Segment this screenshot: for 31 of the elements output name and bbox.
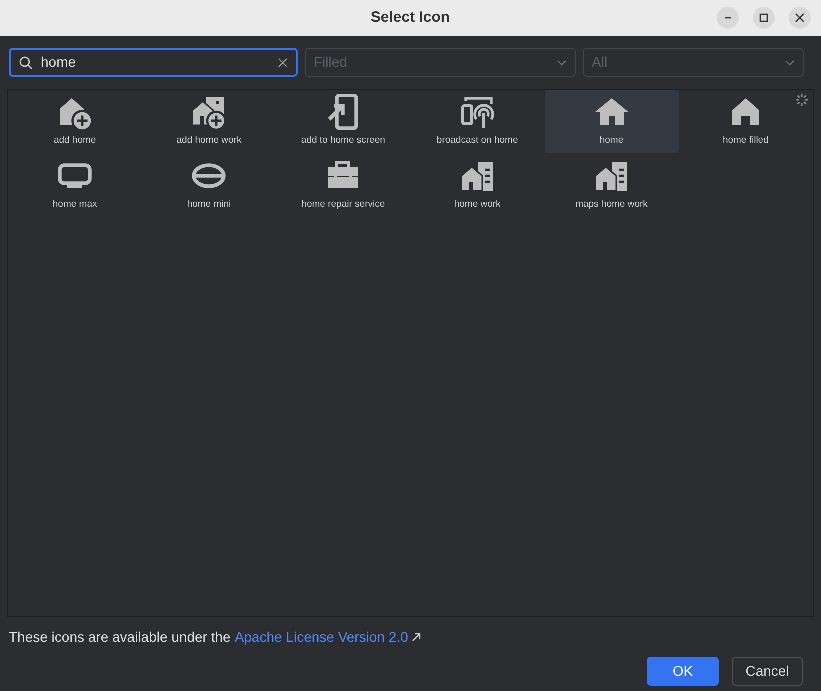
icon-tile[interactable]: home work xyxy=(410,154,545,217)
icon-tile[interactable]: home xyxy=(544,90,679,153)
ok-button[interactable]: OK xyxy=(647,657,719,686)
close-button[interactable] xyxy=(789,7,811,29)
maximize-button[interactable] xyxy=(753,7,775,29)
clear-icon[interactable] xyxy=(278,58,288,68)
chevron-down-icon xyxy=(557,60,567,66)
home-plus-icon xyxy=(191,94,228,130)
icon-tile[interactable]: maps home work xyxy=(544,154,679,217)
window-title: Select Icon xyxy=(370,8,450,28)
license-link[interactable]: Apache License Version 2.0 xyxy=(234,627,408,648)
broadcast-icon xyxy=(460,94,496,130)
search-field[interactable]: home xyxy=(9,48,298,77)
license-text: These icons are available under the xyxy=(9,628,231,647)
search-icon xyxy=(19,56,33,70)
icon-tile[interactable]: home repair service xyxy=(276,154,410,217)
icon-tile[interactable]: add home work xyxy=(142,90,276,153)
maximize-icon xyxy=(759,13,769,23)
search-input[interactable]: home xyxy=(41,52,270,73)
external-link-icon xyxy=(412,633,422,642)
icon-tile[interactable]: home max xyxy=(8,154,142,217)
icon-tile[interactable]: broadcast on home xyxy=(410,90,545,153)
chevron-down-icon xyxy=(785,60,795,66)
icon-tile[interactable]: add to home screen xyxy=(276,90,410,153)
minimize-icon xyxy=(724,17,732,19)
close-icon xyxy=(795,13,805,23)
icon-tile[interactable]: home mini xyxy=(142,154,276,217)
icon-tile[interactable]: home filled xyxy=(678,90,813,153)
cancel-button[interactable]: Cancel xyxy=(732,657,803,686)
icon-tile[interactable]: add home xyxy=(8,90,142,153)
loading-icon xyxy=(795,93,809,107)
